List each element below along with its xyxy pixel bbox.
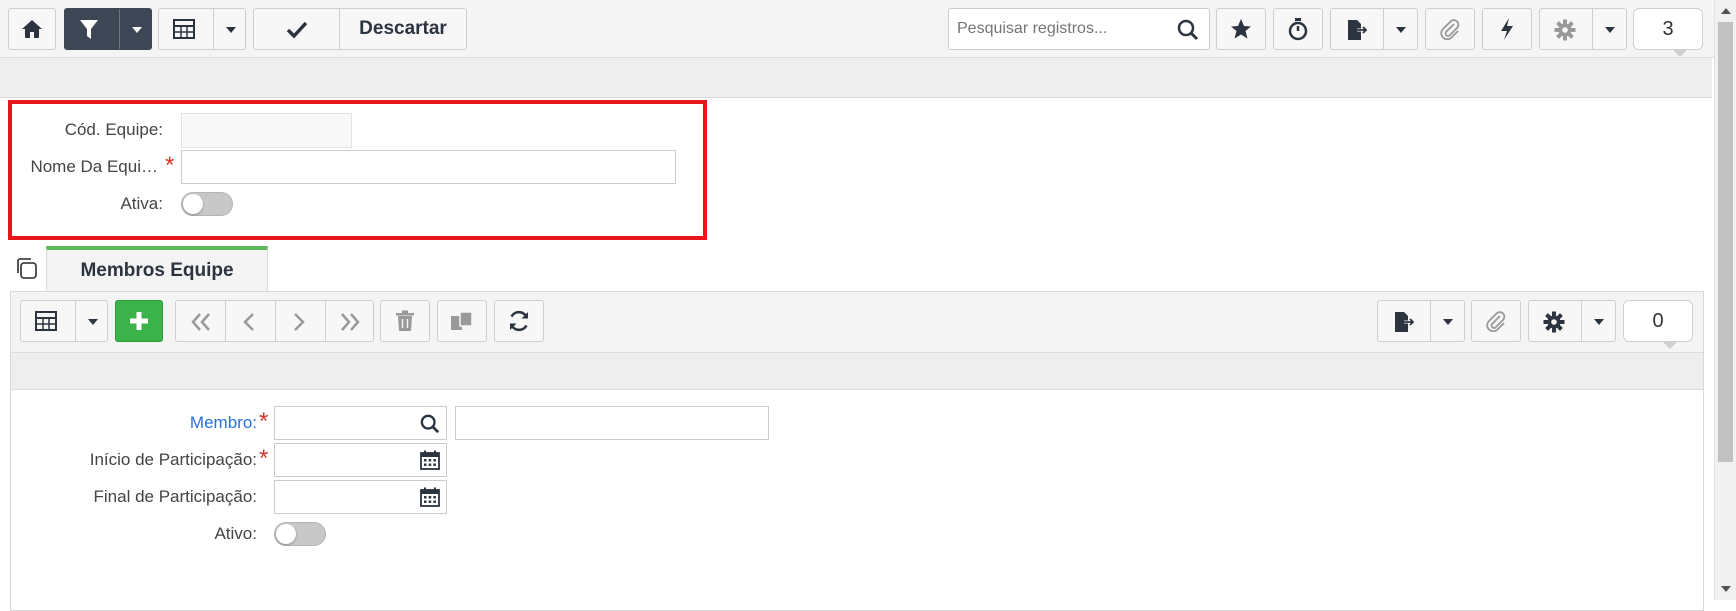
filter-icon[interactable]	[79, 19, 99, 41]
refresh-icon	[507, 309, 531, 333]
search-icon[interactable]	[1177, 19, 1199, 41]
paperclip-icon	[1485, 310, 1507, 332]
settings-button-group	[1539, 8, 1627, 50]
star-icon	[1230, 18, 1252, 40]
scroll-up-arrow-icon[interactable]	[1721, 8, 1731, 14]
members-settings-button-group	[1528, 300, 1616, 342]
settings-dropdown-chevron-down-icon[interactable]	[1605, 27, 1615, 33]
gear-icon[interactable]	[1554, 19, 1576, 41]
search-box	[948, 8, 1210, 50]
members-export-button-group	[1377, 300, 1465, 342]
team-name-label: Nome Da Equi…	[30, 157, 158, 176]
team-name-required-mark: *	[165, 152, 175, 179]
member-required-mark: *	[259, 408, 269, 435]
search-icon[interactable]	[420, 414, 440, 434]
members-settings-dropdown-chevron-down-icon[interactable]	[1594, 319, 1604, 325]
start-date-input[interactable]	[279, 448, 409, 472]
filter-dropdown-chevron-down-icon[interactable]	[132, 27, 142, 33]
attachment-button[interactable]	[1425, 8, 1475, 50]
actions-button[interactable]	[1482, 8, 1532, 50]
vertical-scrollbar[interactable]	[1714, 0, 1736, 600]
member-active-toggle[interactable]	[274, 522, 326, 546]
copy-window-icon[interactable]	[14, 256, 38, 280]
save-discard-group: Descartar	[253, 8, 467, 50]
member-active-label: Ativo:	[214, 524, 257, 543]
search-input[interactable]	[955, 15, 1165, 43]
members-record-count-value: 0	[1652, 309, 1664, 332]
calendar-icon[interactable]	[420, 450, 440, 470]
grid-dropdown-chevron-down-icon[interactable]	[226, 27, 236, 33]
trash-icon	[395, 310, 415, 332]
home-button[interactable]	[8, 8, 56, 50]
table-icon[interactable]	[173, 19, 195, 39]
export-button-group	[1330, 8, 1418, 50]
members-grid-dropdown-chevron-down-icon[interactable]	[88, 319, 98, 325]
members-header-strip	[11, 352, 1703, 390]
end-date-field	[274, 480, 447, 514]
team-name-input[interactable]	[181, 150, 676, 184]
add-member-button[interactable]	[115, 300, 163, 342]
next-record-icon[interactable]	[291, 312, 307, 332]
lightning-icon	[1499, 17, 1515, 41]
start-date-label: Início de Participação:	[89, 450, 257, 469]
member-input[interactable]	[279, 411, 409, 435]
refresh-button[interactable]	[494, 300, 544, 342]
record-navigation-group	[175, 300, 374, 342]
scroll-down-arrow-icon[interactable]	[1721, 586, 1731, 592]
delete-record-button[interactable]	[380, 300, 430, 342]
tab-membros-equipe-label: Membros Equipe	[80, 260, 234, 281]
grid-view-button-group	[158, 8, 246, 50]
plus-icon	[128, 310, 150, 332]
start-date-required-mark: *	[259, 445, 269, 472]
previous-record-icon[interactable]	[241, 312, 257, 332]
members-grid-button-group	[20, 300, 108, 342]
team-active-label: Ativa:	[120, 194, 163, 213]
paperclip-icon	[1439, 18, 1461, 40]
start-date-field	[274, 443, 447, 477]
first-record-icon[interactable]	[190, 312, 212, 332]
filter-button-group	[64, 8, 152, 50]
members-export-dropdown-chevron-down-icon[interactable]	[1443, 319, 1453, 325]
timer-button[interactable]	[1273, 8, 1323, 50]
export-dropdown-chevron-down-icon[interactable]	[1396, 27, 1406, 33]
team-code-label: Cód. Equipe:	[64, 120, 163, 139]
member-name-display[interactable]	[455, 406, 769, 440]
gear-icon[interactable]	[1543, 311, 1565, 333]
members-attachment-button[interactable]	[1471, 300, 1521, 342]
discard-button[interactable]: Descartar	[340, 9, 466, 49]
member-lookup-field	[274, 406, 447, 440]
member-label[interactable]: Membro:	[30, 413, 257, 433]
home-icon	[21, 19, 43, 39]
scrollbar-thumb[interactable]	[1718, 22, 1733, 462]
favorite-button[interactable]	[1216, 8, 1266, 50]
export-file-icon[interactable]	[1346, 19, 1368, 41]
table-icon[interactable]	[35, 311, 57, 331]
copy-icon	[450, 310, 474, 332]
stopwatch-icon	[1287, 17, 1309, 41]
record-count-value: 3	[1662, 17, 1674, 40]
copy-record-button[interactable]	[437, 300, 487, 342]
team-code-field[interactable]	[181, 113, 352, 148]
tab-membros-equipe[interactable]: Membros Equipe	[46, 246, 268, 292]
end-date-input[interactable]	[279, 485, 409, 509]
save-check-icon[interactable]	[286, 21, 308, 39]
members-record-count-badge[interactable]: 0	[1623, 300, 1693, 349]
export-file-icon[interactable]	[1393, 311, 1415, 333]
team-active-toggle[interactable]	[181, 192, 233, 216]
form-header-strip	[0, 58, 1712, 98]
record-count-badge[interactable]: 3	[1633, 8, 1703, 57]
calendar-icon[interactable]	[420, 487, 440, 507]
end-date-label: Final de Participação:	[93, 487, 257, 506]
last-record-icon[interactable]	[339, 312, 361, 332]
